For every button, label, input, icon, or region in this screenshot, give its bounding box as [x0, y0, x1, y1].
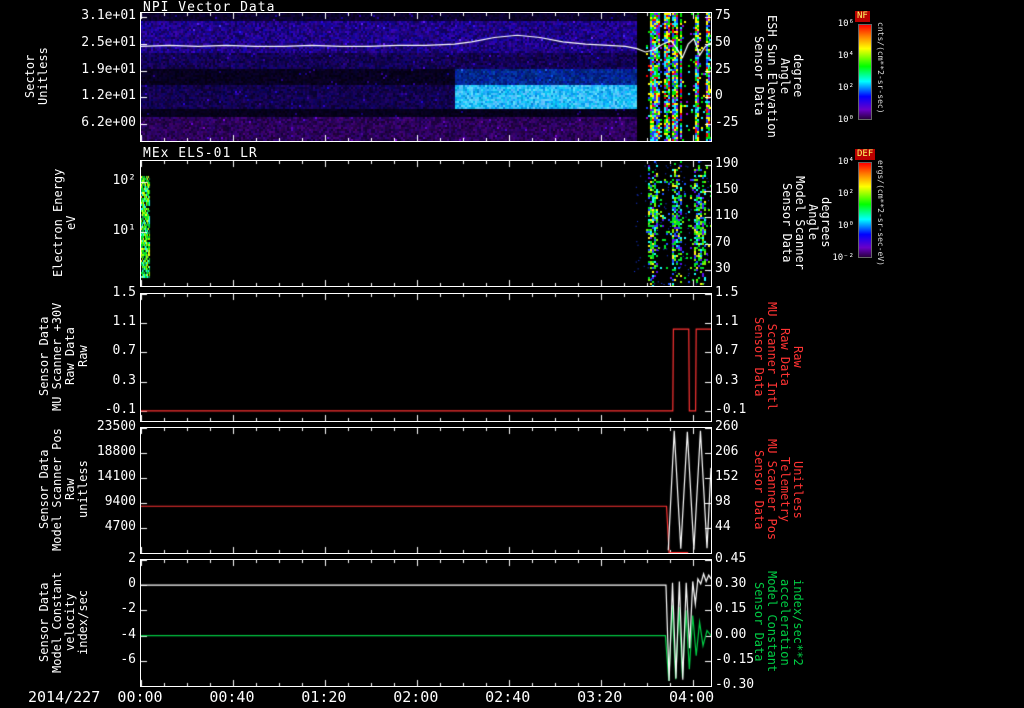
axis-label-line: unitless: [76, 460, 90, 519]
colorbar-tick-label: 10²: [837, 83, 854, 93]
plot-npi: [140, 12, 712, 142]
axis-label-line: MU Scanner Intl: [765, 302, 779, 411]
colorbar-nf: [858, 24, 872, 120]
colorbar-tick-label: 10⁰: [837, 115, 854, 125]
left-tick-label: 1.2e+01: [81, 88, 136, 104]
axis-label-line: Model Constant: [765, 571, 779, 673]
right-tick-label: 50: [715, 34, 731, 50]
left-axis-label: Sensor Data Model Constant velocity index/s…: [37, 559, 90, 685]
time-tick-label: 02:00: [393, 688, 439, 706]
right-tick-label: 1.5: [715, 285, 739, 300]
right-axis-label: Sensor Data MU Scanner Intl Raw Data Raw: [752, 293, 805, 420]
colorbar-tick-label: 10⁻²: [832, 253, 854, 263]
time-tick-label: 00:40: [209, 688, 255, 706]
colorbar-nf-label: NF: [855, 11, 870, 22]
panel-title-els: MEx ELS-01 LR: [143, 146, 258, 161]
right-axis-label: Sensor Data MU Scanner Pos Telemetry Unitle…: [752, 427, 805, 552]
time-tick-label: 01:20: [301, 688, 347, 706]
axis-label-line: MU Scanner Pos: [765, 438, 779, 541]
axis-label-line: index/sec: [76, 589, 90, 655]
right-tick-label: 152: [715, 469, 739, 484]
colorbar-def-units: ergs/(cm**2-sr-sec-eV): [876, 160, 885, 266]
right-tick-label: 98: [715, 494, 731, 509]
axis-label-line: Raw: [76, 345, 90, 368]
right-tick-label: 30: [715, 260, 731, 276]
axis-label-line: ESH Sun Elevation: [765, 14, 779, 138]
colorbar-tick-label: 10⁴: [837, 157, 854, 167]
right-tick-label: 1.1: [715, 314, 739, 330]
axis-label-line: Unitless: [36, 47, 50, 105]
left-axis-label: Sensor Data MU Scanner +30V Raw Data Raw: [37, 293, 90, 420]
right-tick-label: 0.7: [715, 343, 739, 359]
left-axis-label: Electron Energy eV: [51, 160, 78, 285]
colorbar-tick-label: 10⁶: [837, 19, 854, 29]
left-tick-label: 6.2e+00: [81, 115, 136, 131]
time-tick-label: 03:20: [577, 688, 623, 706]
right-tick-label: 75: [715, 7, 731, 23]
right-tick-label: 70: [715, 234, 731, 250]
axis-label-line: Unitless: [791, 460, 805, 519]
axis-label-line: Telemetry: [778, 456, 792, 523]
right-tick-label: 206: [715, 444, 739, 459]
left-tick-label: 3.1e+01: [81, 7, 136, 23]
colorbar-tick-label: 10⁰: [837, 221, 854, 231]
right-tick-label: 0.30: [715, 576, 747, 592]
axis-label-line: eV: [64, 215, 78, 230]
colorbar-def-label: DEF: [855, 149, 876, 160]
time-tick-label: 04:00: [669, 688, 715, 706]
axis-label-line: acceleration: [778, 578, 792, 666]
right-tick-label: 0.45: [715, 551, 747, 566]
colorbar-tick-label: 10²: [837, 189, 854, 199]
right-tick-label: -25: [715, 115, 739, 131]
axis-label-line: Model Scanner: [793, 175, 807, 270]
right-tick-label: -0.1: [715, 401, 747, 417]
left-axis-label: Sensor Data Model Scanner Pos Raw unitless: [37, 427, 90, 552]
left-axis-label: Sector Unitless: [23, 12, 50, 140]
time-tick-label: 02:40: [485, 688, 531, 706]
plot-model-constant: [140, 559, 712, 687]
plot-mu-30v: [140, 293, 712, 422]
left-tick-label: 1.9e+01: [81, 61, 136, 77]
right-tick-label: 0.15: [715, 601, 747, 617]
axis-label-line: Raw Data: [778, 327, 792, 386]
axis-label-line: index/sec**2: [791, 578, 805, 666]
axis-label-line: Raw: [791, 345, 805, 368]
plot-scanner-pos: [140, 427, 712, 554]
axis-label-line: Sensor Data: [780, 182, 794, 263]
time-tick-label: 00:00: [117, 688, 163, 706]
right-tick-label: 0: [715, 88, 723, 104]
colorbar-def: [858, 162, 872, 258]
plot-els: [140, 160, 712, 287]
axis-label-line: Angle: [778, 57, 792, 95]
right-tick-label: -0.15: [715, 651, 755, 667]
right-tick-label: 260: [715, 419, 739, 434]
left-tick-label: 2.5e+01: [81, 34, 136, 50]
axis-label-line: Sensor Data: [752, 316, 766, 397]
axis-label-line: Sensor Data: [752, 449, 766, 530]
right-tick-label: 0.00: [715, 626, 747, 642]
axis-label-line: degree: [791, 54, 805, 98]
right-tick-label: 44: [715, 519, 731, 534]
right-tick-label: 25: [715, 61, 731, 77]
right-axis-label: Sensor Data ESH Sun Elevation Angle degree: [752, 12, 805, 140]
right-tick-label: 190: [715, 155, 739, 171]
right-tick-label: 150: [715, 182, 739, 197]
axis-label-line: Sensor Data: [752, 582, 766, 662]
axis-label-line: Sensor Data: [752, 36, 766, 116]
right-tick-label: 0.3: [715, 372, 739, 388]
right-tick-label: 110: [715, 208, 739, 224]
colorbar-tick-label: 10⁴: [837, 51, 854, 61]
right-axis-label: Sensor Data Model Constant acceleration ind…: [752, 559, 805, 685]
colorbar-nf-units: cnts/(cm**2-sr-sec): [876, 22, 885, 114]
date-label: 2014/227: [28, 688, 101, 706]
figure: NPI Vector Data MEx ELS-01 LR NF cnts/(c…: [0, 0, 1024, 708]
